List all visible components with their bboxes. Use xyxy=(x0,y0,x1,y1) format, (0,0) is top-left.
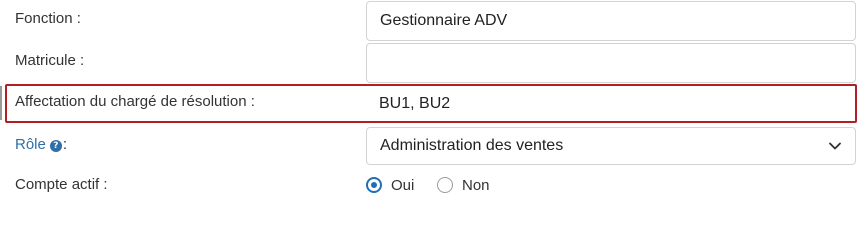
affectation-value[interactable]: BU1, BU2 xyxy=(366,85,854,122)
question-circle-icon[interactable]: ? xyxy=(49,140,62,152)
radio-non-label[interactable]: Non xyxy=(462,177,490,195)
matricule-input[interactable] xyxy=(366,43,856,83)
role-selected-value: Administration des ventes xyxy=(380,137,564,154)
radio-non[interactable] xyxy=(437,177,453,193)
chevron-down-icon[interactable] xyxy=(829,141,841,151)
compte-actif-label: Compte actif : xyxy=(15,176,108,193)
affectation-label: Affectation du chargé de résolution : xyxy=(15,93,255,110)
radio-oui[interactable] xyxy=(366,177,382,193)
radio-oui-label[interactable]: Oui xyxy=(391,177,414,195)
role-label-text[interactable]: Rôle xyxy=(15,136,46,153)
matricule-label: Matricule : xyxy=(15,52,85,69)
fonction-input[interactable]: Gestionnaire ADV xyxy=(366,1,856,41)
role-label-suffix: : xyxy=(62,136,68,153)
role-label[interactable]: Rôle?: xyxy=(15,136,67,154)
fonction-label: Fonction : xyxy=(15,10,81,27)
role-select[interactable]: Administration des ventes xyxy=(366,127,856,165)
left-edge-marker xyxy=(0,86,2,120)
